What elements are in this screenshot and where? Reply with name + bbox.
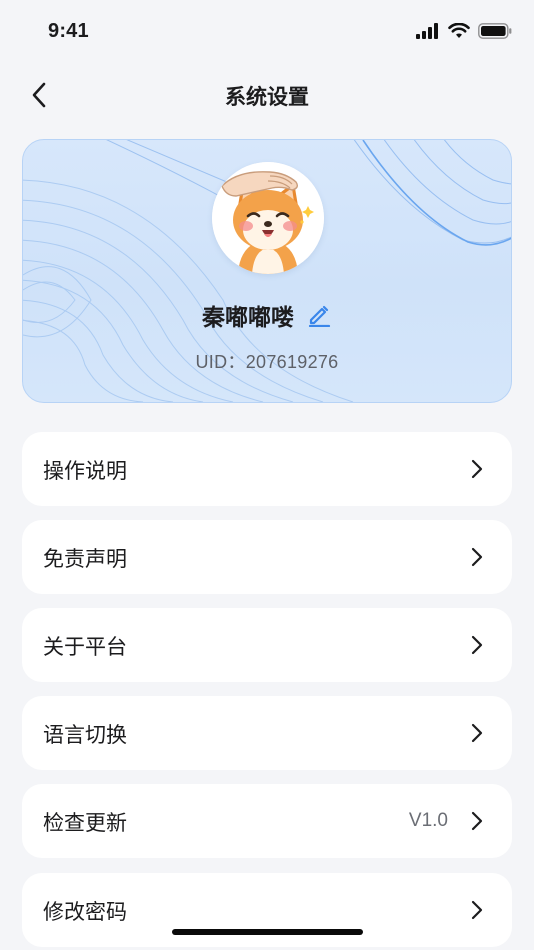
menu-item-language-switch[interactable]: 语言切换 (22, 696, 512, 770)
signal-icon (416, 23, 438, 39)
status-icons (416, 23, 512, 39)
menu-item-check-update[interactable]: 检查更新 V1.0 (22, 784, 512, 858)
nav-bar: 系统设置 (0, 64, 534, 126)
profile-card: 秦嘟嘟喽 UID：207619276 (22, 139, 512, 403)
edit-username-button[interactable] (306, 302, 332, 328)
username: 秦嘟嘟喽 (202, 305, 294, 331)
avatar[interactable] (212, 162, 324, 274)
status-time: 9:41 (48, 20, 89, 42)
menu-item-operation-guide[interactable]: 操作说明 (22, 432, 512, 506)
chevron-right-icon (471, 811, 483, 831)
menu-item-label: 修改密码 (43, 900, 127, 924)
chevron-right-icon (471, 635, 483, 655)
menu-item-label: 操作说明 (43, 459, 127, 483)
menu-item-label: 免责声明 (43, 547, 127, 571)
menu-item-disclaimer[interactable]: 免责声明 (22, 520, 512, 594)
home-indicator[interactable] (172, 929, 363, 935)
user-id: UID：207619276 (195, 352, 339, 372)
username-row: 秦嘟嘟喽 (23, 298, 511, 332)
chevron-right-icon (471, 723, 483, 743)
menu-item-label: 语言切换 (43, 723, 127, 747)
menu-item-about-platform[interactable]: 关于平台 (22, 608, 512, 682)
shiba-avatar-icon (212, 162, 324, 274)
app-version: V1.0 (408, 810, 448, 831)
menu-item-label: 检查更新 (43, 811, 127, 835)
battery-icon (478, 23, 512, 39)
menu-item-label: 关于平台 (43, 635, 127, 659)
chevron-right-icon (471, 459, 483, 479)
status-bar: 9:41 (0, 0, 534, 64)
menu-item-change-password[interactable]: 修改密码 (22, 873, 512, 947)
chevron-right-icon (471, 547, 483, 567)
page-title: 系统设置 (225, 85, 309, 109)
chevron-right-icon (471, 900, 483, 920)
wifi-icon (448, 23, 470, 38)
pencil-icon (308, 305, 331, 327)
